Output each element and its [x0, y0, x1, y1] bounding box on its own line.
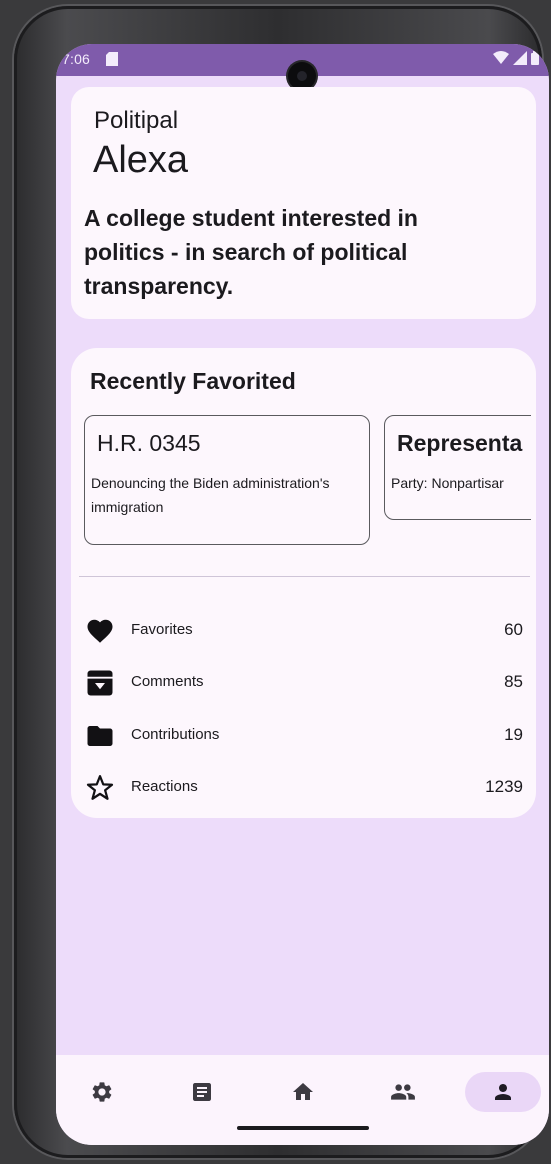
signal-icon	[513, 51, 527, 65]
section-title: Recently Favorited	[90, 368, 296, 394]
screen: 7:06 Politipal Alexa A college student i…	[56, 44, 549, 1145]
battery-icon	[531, 51, 539, 65]
favorite-description: Denouncing the Biden administration's im…	[91, 475, 330, 515]
front-camera	[288, 62, 316, 90]
favorite-card-representative[interactable]: Representa Party: Nonpartisar	[384, 415, 531, 520]
heart-icon	[87, 619, 113, 643]
people-icon	[391, 1084, 415, 1100]
star-outline-icon	[86, 775, 114, 800]
profile-card: Politipal Alexa A college student intere…	[71, 87, 536, 319]
stat-label: Favorites	[131, 621, 193, 638]
profile-name: Alexa	[93, 139, 189, 181]
bottom-navigation	[56, 1055, 549, 1145]
favorite-title: Representa	[397, 430, 523, 456]
archive-icon	[87, 670, 113, 696]
home-indicator[interactable]	[237, 1126, 369, 1130]
favorite-card-bill[interactable]: H.R. 0345 Denouncing the Biden administr…	[84, 415, 370, 545]
stat-label: Reactions	[131, 778, 198, 795]
status-icons	[493, 51, 539, 65]
divider	[79, 576, 530, 577]
person-icon	[495, 1084, 511, 1100]
stat-value: 60	[504, 620, 523, 639]
nav-people[interactable]	[365, 1072, 441, 1112]
nav-documents[interactable]	[164, 1072, 240, 1112]
stat-row-contributions[interactable]: Contributions 19	[71, 715, 536, 755]
folder-icon	[87, 726, 113, 746]
settings-icon	[92, 1082, 112, 1102]
phone-frame: 7:06 Politipal Alexa A college student i…	[14, 6, 549, 1158]
stat-row-comments[interactable]: Comments 85	[71, 662, 536, 702]
document-icon	[193, 1083, 211, 1101]
home-icon	[293, 1083, 313, 1100]
profile-bio: A college student interested in politics…	[84, 205, 418, 299]
profile-role: Politipal	[94, 107, 179, 134]
sd-card-icon	[106, 52, 118, 66]
stat-row-reactions[interactable]: Reactions 1239	[71, 767, 536, 807]
stat-label: Comments	[131, 673, 204, 690]
favorite-description: Party: Nonpartisar	[391, 475, 504, 491]
stat-row-favorites[interactable]: Favorites 60	[71, 610, 536, 650]
nav-home[interactable]	[265, 1072, 341, 1112]
status-time: 7:06	[62, 51, 91, 67]
nav-settings[interactable]	[64, 1072, 140, 1112]
stat-label: Contributions	[131, 726, 220, 743]
recently-favorited-card: Recently Favorited H.R. 0345 Denouncing …	[71, 348, 536, 818]
nav-profile[interactable]	[465, 1072, 541, 1112]
favorites-carousel[interactable]: H.R. 0345 Denouncing the Biden administr…	[84, 415, 531, 555]
favorite-title: H.R. 0345	[97, 430, 201, 456]
wifi-icon	[493, 51, 509, 64]
stat-value: 1239	[485, 777, 523, 796]
stat-value: 19	[504, 725, 523, 744]
stat-value: 85	[504, 672, 523, 691]
